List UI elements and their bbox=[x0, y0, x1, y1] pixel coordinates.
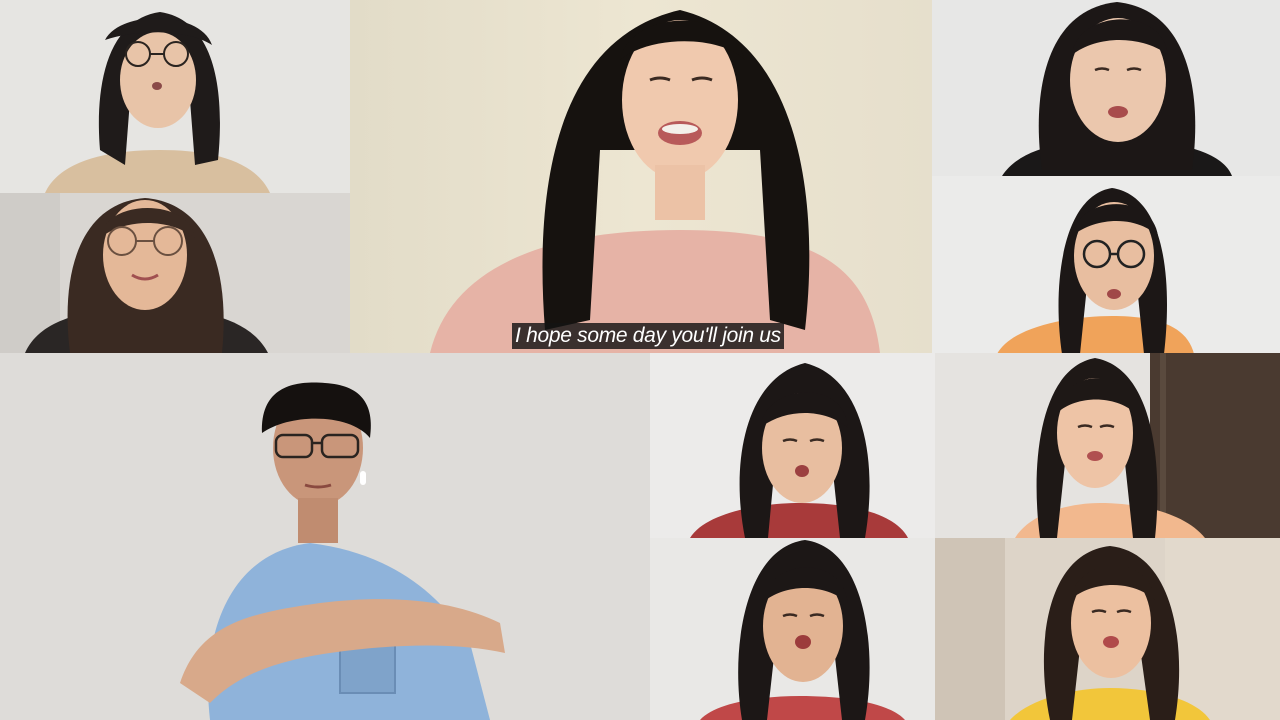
participant-tile bbox=[935, 353, 1280, 538]
participant-tile bbox=[350, 0, 932, 353]
participant-tile bbox=[932, 0, 1280, 176]
participant-tile bbox=[935, 538, 1280, 720]
participant-video bbox=[935, 538, 1280, 720]
participant-video bbox=[932, 176, 1280, 354]
participant-video bbox=[650, 353, 935, 538]
participant-video bbox=[935, 353, 1280, 538]
participant-tile bbox=[932, 176, 1280, 354]
participant-tile bbox=[650, 538, 935, 720]
participant-video bbox=[0, 353, 650, 720]
participant-tile bbox=[0, 0, 350, 193]
participant-video bbox=[350, 0, 932, 353]
participant-tile bbox=[650, 353, 935, 538]
participant-video bbox=[0, 0, 350, 193]
participant-video bbox=[650, 538, 935, 720]
participant-tile bbox=[0, 193, 350, 353]
participant-video bbox=[932, 0, 1280, 176]
participant-video bbox=[0, 193, 350, 353]
participant-tile bbox=[0, 353, 650, 720]
subtitle-caption: I hope some day you'll join us bbox=[512, 323, 784, 349]
